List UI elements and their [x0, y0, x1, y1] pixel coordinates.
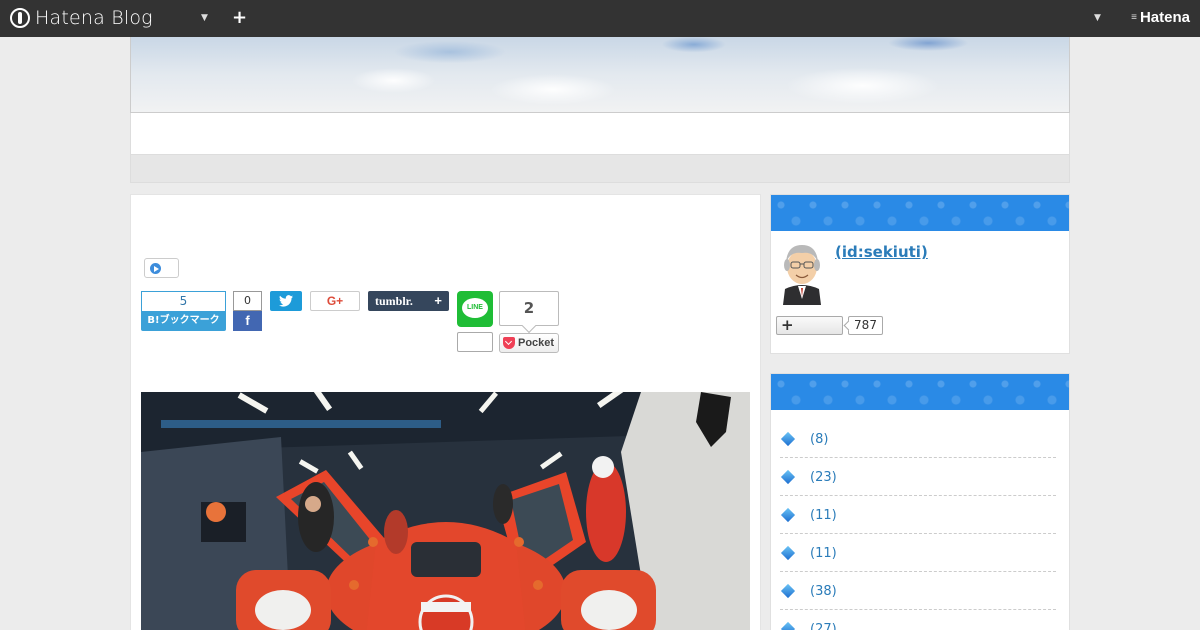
category-list: (8) (23) (11) (11) (38) (27)	[780, 420, 1056, 630]
author-id-link[interactable]: (id:sekiuti)	[835, 243, 928, 261]
category-item[interactable]: (8)	[780, 420, 1056, 458]
follower-count[interactable]: 787	[848, 316, 883, 335]
facebook-share-count: 0	[233, 291, 262, 311]
facebook-icon: f	[233, 311, 262, 331]
category-item[interactable]: (38)	[780, 572, 1056, 610]
hatena-brand-link[interactable]: ≡ Hatena	[1131, 9, 1190, 26]
google-plus-share-button[interactable]: G+	[310, 291, 360, 311]
blog-description-bar	[130, 155, 1070, 183]
account-menu-chevron-down-icon[interactable]: ▼	[1094, 13, 1101, 23]
diamond-icon	[780, 507, 796, 523]
article-entry: 5 B!ブックマーク 0 f G+ tumblr. + LINE 2 Pocke…	[130, 194, 761, 630]
race-car-illustration	[141, 392, 750, 630]
blog-menu-chevron-down-icon[interactable]: ▼	[201, 13, 208, 23]
tumblr-plus-icon: +	[434, 293, 442, 308]
pocket-save-button[interactable]: Pocket	[499, 333, 559, 353]
facebook-share-button[interactable]: 0 f	[233, 291, 262, 331]
category-item[interactable]: (11)	[780, 496, 1056, 534]
blog-header-image	[130, 37, 1070, 113]
category-count[interactable]: (11)	[810, 546, 837, 561]
line-share-button[interactable]: LINE	[457, 291, 493, 327]
tumblr-label: tumblr.	[375, 294, 413, 308]
diamond-icon	[780, 431, 796, 447]
diamond-icon	[780, 621, 796, 630]
hatena-brand-text: Hatena	[1139, 9, 1190, 26]
profile-module-header	[771, 195, 1069, 231]
twitter-share-button[interactable]	[270, 291, 302, 311]
follow-button[interactable]: +	[776, 316, 843, 335]
sidebar-category-module: (8) (23) (11) (11) (38) (27)	[770, 373, 1070, 630]
hatena-blog-logo[interactable]: Hatena Blog	[10, 6, 153, 30]
hatena-bookmark-button[interactable]: 5 B!ブックマーク	[141, 291, 226, 331]
pocket-save-count: 2	[499, 291, 559, 326]
diamond-icon	[780, 545, 796, 561]
category-count[interactable]: (23)	[810, 470, 837, 485]
logo-text: Hatena Blog	[35, 7, 153, 29]
category-item[interactable]: (27)	[780, 610, 1056, 630]
follow-plus-icon: +	[781, 316, 794, 334]
hatena-bookmark-label: B!ブックマーク	[141, 311, 226, 331]
blog-title-area	[130, 113, 1070, 155]
twitter-bird-icon	[279, 295, 293, 307]
line-share-count	[457, 332, 493, 352]
star-play-icon	[150, 263, 161, 274]
diamond-icon	[780, 583, 796, 599]
diamond-icon	[780, 469, 796, 485]
category-module-header	[771, 374, 1069, 410]
hatena-logo-icon	[10, 8, 30, 28]
sidebar-profile-module: (id:sekiuti) + 787	[770, 194, 1070, 354]
hatena-bookmark-count[interactable]: 5	[141, 291, 226, 311]
pocket-label: Pocket	[518, 337, 555, 349]
global-header: Hatena Blog ▼ + ▼ ≡ Hatena	[0, 0, 1200, 37]
category-item[interactable]: (11)	[780, 534, 1056, 572]
pocket-icon	[503, 337, 515, 349]
category-count[interactable]: (11)	[810, 508, 837, 523]
new-post-button[interactable]: +	[232, 7, 247, 28]
author-avatar[interactable]	[779, 241, 825, 305]
category-count[interactable]: (8)	[810, 432, 828, 447]
category-count[interactable]: (38)	[810, 584, 837, 599]
avatar-image	[783, 245, 821, 305]
line-icon: LINE	[462, 298, 488, 318]
hatena-brand-icon: ≡	[1131, 12, 1137, 23]
category-item[interactable]: (23)	[780, 458, 1056, 496]
category-count[interactable]: (27)	[810, 622, 837, 630]
tumblr-share-button[interactable]: tumblr. +	[368, 291, 449, 311]
race-car-garage-photo	[141, 392, 750, 630]
add-star-button[interactable]	[144, 258, 179, 278]
